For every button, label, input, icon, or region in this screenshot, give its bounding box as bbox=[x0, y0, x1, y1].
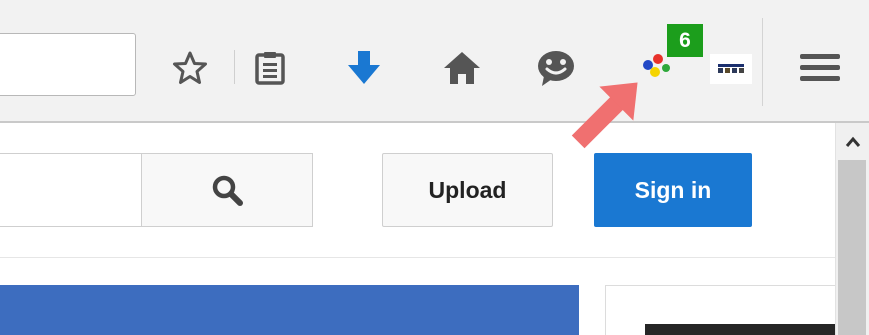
content-panel bbox=[0, 285, 579, 335]
chevron-up-icon bbox=[845, 136, 860, 147]
upload-button[interactable]: Upload bbox=[382, 153, 553, 227]
address-bar[interactable] bbox=[0, 33, 136, 96]
hamburger-menu-icon[interactable] bbox=[796, 48, 844, 88]
scrollbar-thumb[interactable] bbox=[838, 160, 866, 335]
flag-extension-icon[interactable] bbox=[710, 54, 752, 84]
scroll-up-button[interactable] bbox=[836, 127, 869, 157]
reading-list-icon[interactable] bbox=[250, 48, 290, 88]
search-button[interactable] bbox=[141, 153, 313, 227]
card-thumbnail bbox=[645, 324, 835, 335]
home-icon[interactable] bbox=[440, 48, 484, 88]
toolbar-separator bbox=[234, 50, 235, 84]
star-bookmark-icon[interactable] bbox=[170, 48, 210, 88]
download-icon[interactable] bbox=[344, 48, 384, 88]
browser-toolbar: 6 bbox=[0, 0, 869, 123]
content-divider bbox=[0, 257, 835, 258]
search-icon bbox=[212, 175, 243, 206]
search-input[interactable] bbox=[0, 153, 142, 227]
chat-icon[interactable] bbox=[534, 46, 578, 90]
notification-badge: 6 bbox=[667, 24, 703, 57]
sign-in-button[interactable]: Sign in bbox=[594, 153, 752, 227]
toolbar-separator bbox=[762, 18, 763, 106]
